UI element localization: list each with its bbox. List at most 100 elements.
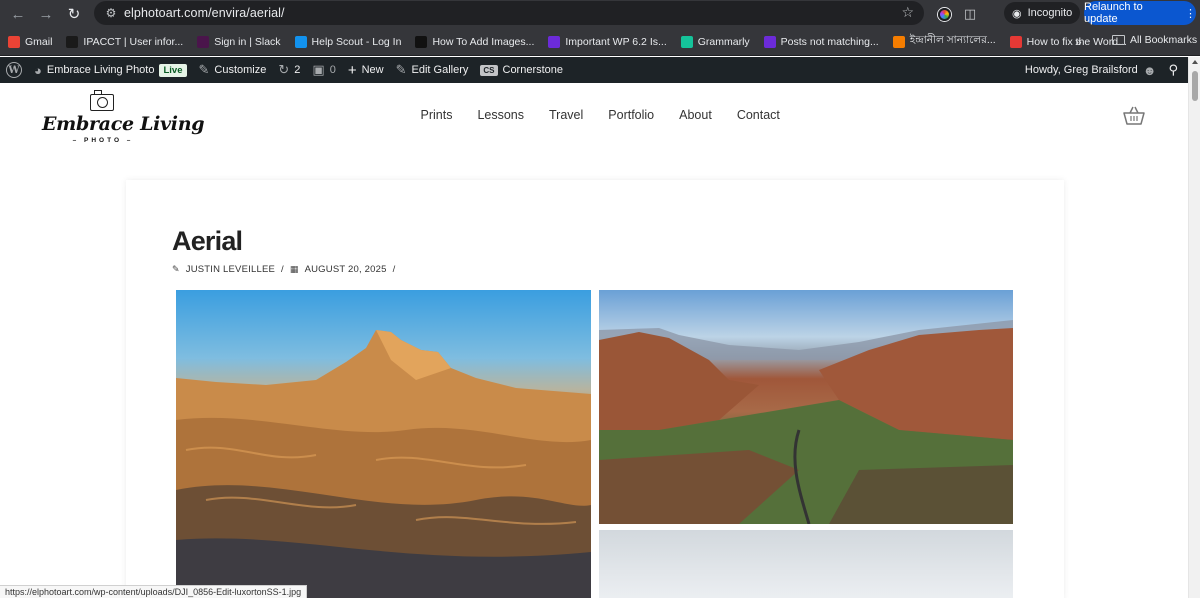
t-icon — [548, 35, 561, 48]
updates-icon: ↻ — [278, 62, 290, 77]
incognito-indicator[interactable]: ◉ Incognito — [1004, 2, 1081, 24]
customize-link[interactable]: ✎ Customize — [193, 57, 273, 83]
post-author[interactable]: JUSTIN LEVEILLEE — [186, 264, 275, 275]
gallery-image-canyon[interactable] — [599, 290, 1013, 524]
bookmark-label: Posts not matching... — [780, 35, 879, 48]
slack-icon — [197, 35, 210, 48]
updates-link[interactable]: ↻ 2 — [272, 57, 306, 83]
bookmark-label: ইন্দ্রানীল সান্যালের... — [909, 34, 996, 46]
new-content-menu[interactable]: + New — [342, 57, 390, 83]
extension-icons: ◫ — [934, 4, 980, 24]
arrow-right-icon: → — [38, 5, 54, 23]
badlands-photo — [176, 330, 591, 598]
color-extension-icon[interactable] — [934, 4, 954, 24]
gallery-content: Aerial ✎ JUSTIN LEVEILLEE / ▦ AUGUST 20,… — [126, 180, 1064, 598]
bookmark-item[interactable]: Sign in | Slack — [197, 35, 281, 48]
bookmark-item[interactable]: Gmail — [8, 35, 53, 48]
bookmarks-bar: Gmail IPACCT | User infor... Sign in | Sla… — [0, 28, 1200, 56]
scrollbar-thumb[interactable] — [1192, 71, 1198, 101]
camera-logo-icon — [90, 90, 114, 111]
user-avatar-icon: ☻ — [1142, 62, 1157, 78]
bookmark-item[interactable]: ইন্দ্রানীল সান্যালের... — [892, 33, 996, 50]
squarespace-icon — [415, 35, 428, 48]
bookmark-item[interactable]: How to fix the Word... — [1009, 35, 1127, 48]
cornerstone-link[interactable]: CS Cornerstone — [474, 57, 569, 83]
gallery-image-sky[interactable] — [599, 530, 1013, 598]
t-icon — [763, 35, 776, 48]
browser-toolbar: ← → ↻ ⚙ elphotoart.com/envira/aerial/ ☆ … — [0, 0, 1200, 28]
comments-link[interactable]: ▣ 0 — [306, 57, 341, 83]
edit-gallery-label: Edit Gallery — [411, 64, 469, 76]
edit-gallery-link[interactable]: ✎ Edit Gallery — [390, 57, 475, 83]
nav-contact[interactable]: Contact — [724, 108, 792, 122]
incognito-icon: ◉ — [1012, 7, 1022, 20]
bookmark-item[interactable]: Posts not matching... — [763, 35, 879, 48]
relaunch-update-button[interactable]: Relaunch to update ⋮ — [1084, 1, 1196, 25]
comments-count: 0 — [329, 64, 336, 76]
link-hover-status: https://elphotoart.com/wp-content/upload… — [0, 585, 308, 598]
pencil-icon: ✎ — [395, 62, 407, 77]
bookmark-label: IPACCT | User infor... — [83, 35, 184, 48]
live-badge: Live — [159, 63, 187, 77]
shopping-basket-icon[interactable] — [1123, 106, 1145, 126]
address-bar[interactable]: ⚙ elphotoart.com/envira/aerial/ ☆ — [94, 1, 924, 25]
post-meta: ✎ JUSTIN LEVEILLEE / ▦ AUGUST 20, 2025 / — [172, 264, 395, 275]
nav-portfolio[interactable]: Portfolio — [596, 108, 667, 122]
bookmark-item[interactable]: IPACCT | User infor... — [66, 35, 184, 48]
nav-travel[interactable]: Travel — [537, 108, 596, 122]
dashboard-gauge-icon: ◕ — [34, 62, 42, 78]
bookmark-item[interactable]: Grammarly — [680, 35, 750, 48]
site-logo[interactable]: Embrace Living – PHOTO – — [42, 90, 205, 144]
my-account-menu[interactable]: Howdy, Greg Brailsford ☻ — [1019, 57, 1163, 83]
blogger-icon — [892, 35, 905, 48]
bookmark-label: Help Scout - Log In — [311, 35, 402, 48]
calendar-icon: ▦ — [289, 264, 299, 274]
more-bookmarks-chevron-icon[interactable]: » — [1075, 35, 1082, 49]
page-scrollbar[interactable] — [1188, 57, 1200, 598]
nav-lessons[interactable]: Lessons — [465, 108, 537, 122]
folder-icon — [1112, 35, 1125, 45]
address-url[interactable]: elphotoart.com/envira/aerial/ — [124, 6, 285, 20]
admin-search-button[interactable]: ⚲ — [1162, 57, 1188, 83]
bookmark-label: Sign in | Slack — [214, 35, 281, 48]
gmail-icon — [8, 35, 20, 48]
cornerstone-label: Cornerstone — [502, 64, 564, 76]
all-bookmarks-button[interactable]: All Bookmarks — [1112, 34, 1197, 46]
meta-separator: / — [392, 264, 396, 275]
wp-admin-bar: W ◕ Embrace Living Photo Live ✎ Customiz… — [0, 57, 1188, 83]
paintbrush-icon: ✎ — [198, 62, 210, 77]
bookmark-item[interactable]: Help Scout - Log In — [294, 35, 402, 48]
logo-subtext: – PHOTO – — [72, 137, 134, 144]
site-name-label: Embrace Living Photo — [46, 64, 155, 76]
howdy-label: Howdy, Greg Brailsford — [1024, 64, 1138, 76]
bookmark-label: Important WP 6.2 Is... — [565, 35, 667, 48]
scroll-up-arrow-icon[interactable] — [1192, 60, 1198, 64]
nav-about[interactable]: About — [667, 108, 725, 122]
incognito-label: Incognito — [1027, 7, 1073, 19]
arrow-left-icon: ← — [10, 5, 26, 23]
relaunch-label: Relaunch to update — [1084, 1, 1143, 25]
back-button[interactable]: ← — [4, 2, 32, 26]
wp-logo-menu[interactable]: W — [0, 57, 28, 83]
meta-separator: / — [281, 264, 284, 275]
nav-prints[interactable]: Prints — [408, 108, 465, 122]
bookmark-label: Gmail — [25, 35, 53, 48]
site-name-menu[interactable]: ◕ Embrace Living Photo Live — [28, 57, 193, 83]
bookmark-item[interactable]: Important WP 6.2 Is... — [548, 35, 667, 48]
site-info-icon[interactable]: ⚙ — [98, 6, 124, 20]
bookmark-star-icon[interactable]: ☆ — [901, 4, 914, 21]
main-navigation: Prints Lessons Travel Portfolio About Co… — [408, 108, 792, 122]
customize-label: Customize — [214, 64, 267, 76]
forward-button[interactable]: → — [32, 2, 60, 26]
kebab-menu-icon[interactable]: ⋮ — [1185, 7, 1196, 20]
cornerstone-logo-icon: CS — [480, 64, 498, 76]
gallery-image-badlands[interactable] — [176, 290, 591, 598]
page-title: Aerial — [172, 226, 243, 256]
ipacct-icon — [66, 35, 79, 48]
bookmark-label: How To Add Images... — [432, 35, 535, 48]
wp-admin-bar-right: Howdy, Greg Brailsford ☻ ⚲ — [1019, 57, 1188, 83]
bookmark-item[interactable]: How To Add Images... — [415, 35, 535, 48]
all-bookmarks-label: All Bookmarks — [1130, 34, 1198, 46]
extensions-puzzle-icon[interactable]: ◫ — [960, 4, 980, 24]
reload-button[interactable]: ↻ — [60, 2, 88, 26]
